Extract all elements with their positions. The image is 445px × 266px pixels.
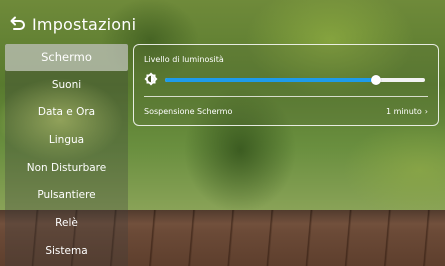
- sidebar-item-pulsantiere[interactable]: Pulsantiere: [5, 182, 128, 209]
- sidebar-item-suoni[interactable]: Suoni: [5, 72, 128, 99]
- sidebar: Schermo Suoni Data e Ora Lingua Non Dist…: [5, 44, 128, 266]
- brightness-slider[interactable]: [165, 73, 425, 87]
- slider-thumb[interactable]: [370, 75, 381, 85]
- brightness-icon: [144, 71, 158, 90]
- chevron-right-icon: ›: [424, 106, 428, 116]
- brightness-label: Livello di luminosità: [144, 55, 224, 64]
- screen-sleep-row[interactable]: Sospensione Schermo 1 minuto ›: [144, 100, 428, 122]
- screen-settings-panel: Livello di luminosità Sospensione Scherm…: [133, 44, 439, 126]
- header: Impostazioni: [8, 12, 136, 36]
- divider: [144, 96, 428, 97]
- slider-fill: [165, 78, 376, 82]
- sidebar-item-rele[interactable]: Relè: [5, 210, 128, 237]
- sidebar-item-non-disturbare[interactable]: Non Disturbare: [5, 155, 128, 182]
- page-title: Impostazioni: [32, 14, 137, 34]
- screen-sleep-value-text: 1 minuto: [385, 106, 422, 116]
- sidebar-item-schermo[interactable]: Schermo: [5, 44, 128, 71]
- screen-sleep-value: 1 minuto ›: [386, 107, 428, 116]
- back-arrow-icon[interactable]: [8, 15, 26, 33]
- screen-sleep-label: Sospensione Schermo: [144, 106, 233, 116]
- sidebar-item-lingua[interactable]: Lingua: [5, 127, 128, 154]
- sidebar-item-sistema[interactable]: Sistema: [5, 238, 128, 265]
- sidebar-item-data-e-ora[interactable]: Data e Ora: [5, 99, 128, 126]
